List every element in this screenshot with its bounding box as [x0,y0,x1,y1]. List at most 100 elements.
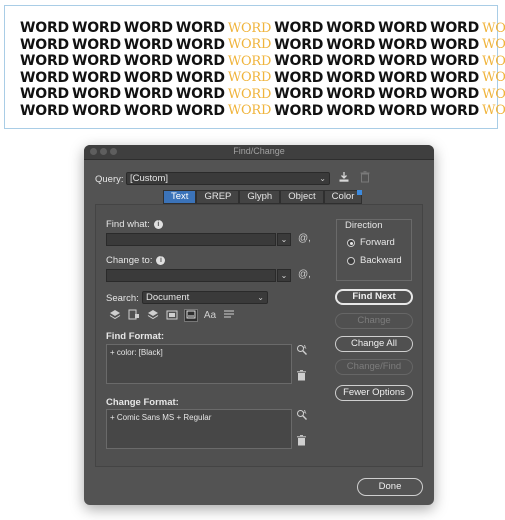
word: WORD [274,86,324,103]
find-next-button[interactable]: Find Next [335,289,413,305]
info-icon[interactable]: i [153,219,163,229]
info-icon[interactable]: i [156,255,166,265]
case-sensitive-icon[interactable]: Aa [203,309,217,322]
find-change-dialog: Find/Change Query: [Custom] ⌄ Text GREP … [84,145,434,505]
word-highlighted: WORD [227,86,272,102]
change-format-box[interactable]: + Comic Sans MS + Regular [106,409,292,449]
change-find-button[interactable]: Change/Find [335,359,413,375]
titlebar[interactable]: Find/Change [84,145,434,160]
word: WORD [71,53,121,70]
word-highlighted: WORD [482,37,505,53]
word: WORD [123,86,173,103]
word: WORD [326,20,376,37]
whole-word-icon[interactable] [222,309,236,322]
word-rows: WORD WORD WORD WORD WORD WORD WORD WORD … [20,20,505,119]
word: WORD [326,69,376,86]
backward-label[interactable]: Backward [360,255,402,266]
tab-grep[interactable]: GREP [196,190,240,204]
include-locked-layers-icon[interactable] [108,309,122,322]
word-highlighted: WORD [227,70,272,86]
word: WORD [175,102,225,119]
word: WORD [123,102,173,119]
word-highlighted: WORD [227,103,272,119]
clear-find-format-icon[interactable] [297,370,306,384]
word: WORD [175,69,225,86]
tab-text[interactable]: Text [163,190,197,204]
word: WORD [71,86,121,103]
word: WORD [430,69,480,86]
word: WORD [20,69,69,86]
svg-text:A: A [303,410,307,416]
query-select[interactable]: [Custom] ⌄ [126,172,330,185]
word: WORD [175,53,225,70]
change-to-input[interactable] [106,269,276,282]
search-select[interactable]: Document ⌄ [142,291,268,304]
word-highlighted: WORD [227,20,272,36]
query-value: [Custom] [130,173,169,184]
forward-radio[interactable] [347,239,355,247]
word: WORD [71,69,121,86]
backward-radio[interactable] [347,257,355,265]
word-highlighted: WORD [482,70,505,86]
word: WORD [430,102,480,119]
specify-change-format-icon[interactable]: A [296,409,308,424]
word: WORD [175,86,225,103]
specify-find-format-icon[interactable]: A [296,344,308,359]
word-row: WORD WORD WORD WORD WORD WORD WORD WORD … [20,37,505,54]
find-what-dropdown[interactable]: ⌄ [277,233,291,246]
word: WORD [123,69,173,86]
word: WORD [274,69,324,86]
find-what-input[interactable] [106,233,276,246]
word-row: WORD WORD WORD WORD WORD WORD WORD WORD … [20,53,505,70]
save-query-icon[interactable] [338,171,350,186]
tab-color-label: Color [331,191,355,202]
word: WORD [20,20,69,37]
change-all-button[interactable]: Change All [335,336,413,352]
word: WORD [326,36,376,53]
word: WORD [430,20,480,37]
word: WORD [123,36,173,53]
search-options: Aa [108,309,236,322]
forward-label[interactable]: Forward [360,237,395,248]
word-row: WORD WORD WORD WORD WORD WORD WORD WORD … [20,70,505,87]
direction-label: Direction [345,220,383,231]
fewer-options-button[interactable]: Fewer Options [335,385,413,401]
dialog-title: Find/Change [233,146,285,156]
word: WORD [274,102,324,119]
word-row: WORD WORD WORD WORD WORD WORD WORD WORD … [20,103,505,120]
include-locked-stories-icon[interactable] [127,309,141,322]
include-footnotes-icon[interactable] [184,309,198,322]
word: WORD [20,86,69,103]
word: WORD [71,20,121,37]
change-to-label-text: Change to: [106,255,153,266]
word: WORD [175,36,225,53]
word-highlighted: WORD [227,37,272,53]
clear-change-format-icon[interactable] [297,435,306,449]
special-characters-icon[interactable]: @, [298,233,311,244]
word: WORD [430,36,480,53]
svg-text:A: A [303,345,307,351]
word: WORD [378,20,428,37]
chevron-down-icon: ⌄ [257,293,264,302]
change-to-dropdown[interactable]: ⌄ [277,269,291,282]
find-what-label-text: Find what: [106,219,150,230]
word: WORD [378,69,428,86]
find-format-box[interactable]: + color: [Black] [106,344,292,384]
tab-glyph[interactable]: Glyph [239,190,281,204]
tab-bar: Text GREP Glyph Object Color [163,190,363,204]
word: WORD [123,53,173,70]
tab-indicator [357,190,363,195]
tab-color[interactable]: Color [323,190,363,204]
find-format-label: Find Format: [106,331,165,342]
word-row: WORD WORD WORD WORD WORD WORD WORD WORD … [20,86,505,103]
change-button[interactable]: Change [335,313,413,329]
delete-query-icon[interactable] [360,171,370,186]
special-characters-icon[interactable]: @, [298,269,311,280]
done-button[interactable]: Done [357,478,423,496]
tab-object[interactable]: Object [280,190,324,204]
include-master-pages-icon[interactable] [165,309,179,322]
chevron-down-icon: ⌄ [319,174,326,183]
word-highlighted: WORD [482,53,505,69]
text-frame[interactable]: WORD WORD WORD WORD WORD WORD WORD WORD … [4,5,505,129]
include-hidden-layers-icon[interactable] [146,309,160,322]
